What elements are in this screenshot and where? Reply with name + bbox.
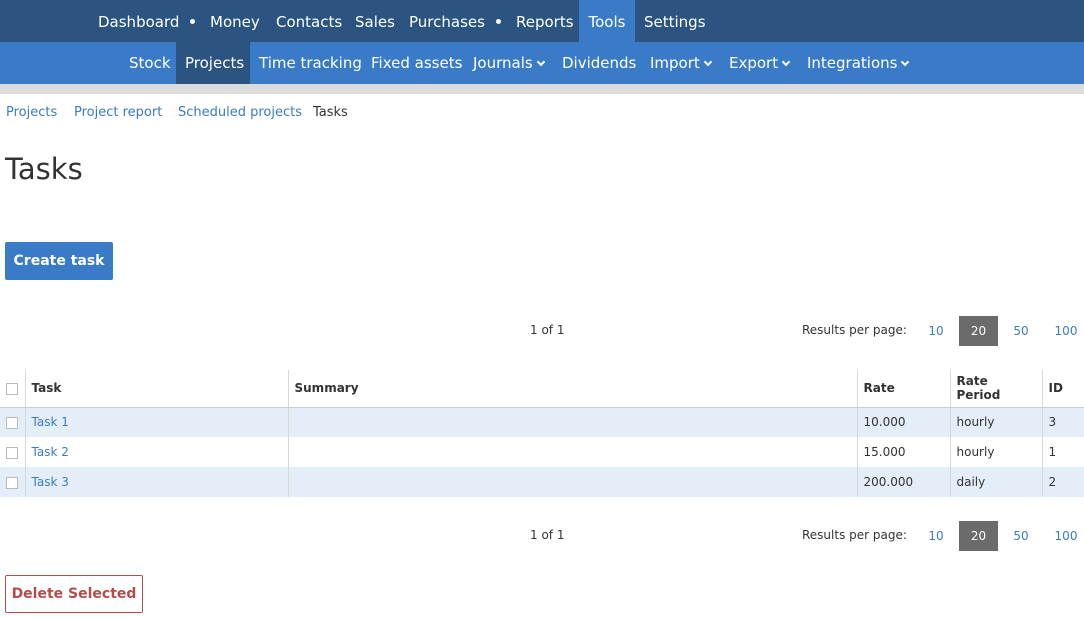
- nav-divider: [0, 84, 1084, 94]
- subnav-import-label: Import: [650, 54, 700, 72]
- select-all-checkbox[interactable]: [6, 382, 18, 395]
- row-checkbox[interactable]: [6, 446, 18, 459]
- task-rate-period: hourly: [949, 407, 1042, 437]
- row-checkbox[interactable]: [6, 476, 18, 489]
- table-row: Task 2 15.000 hourly 1: [0, 437, 1084, 467]
- task-link[interactable]: Task 3: [32, 475, 69, 489]
- column-header-id[interactable]: ID: [1041, 370, 1084, 408]
- per-page-20[interactable]: 20: [959, 316, 998, 346]
- select-all-cell: [0, 370, 25, 408]
- tasks-table: Task Summary Rate Rate Period ID Task 1 …: [0, 370, 1084, 497]
- nav-dashboard[interactable]: Dashboard: [89, 0, 188, 42]
- task-rate-period: hourly: [949, 437, 1042, 467]
- column-header-summary[interactable]: Summary: [287, 370, 857, 408]
- task-rate: 10.000: [856, 407, 950, 437]
- column-header-rate-period[interactable]: Rate Period: [949, 370, 1042, 408]
- nav-contacts[interactable]: Contacts: [267, 0, 351, 42]
- task-link[interactable]: Task 1: [32, 415, 69, 429]
- nav-tools[interactable]: Tools: [579, 0, 635, 42]
- per-page-50[interactable]: 50: [1005, 316, 1037, 346]
- task-rate: 200.000: [856, 467, 950, 497]
- nav-reports[interactable]: Reports: [507, 0, 583, 42]
- task-summary: [287, 407, 857, 437]
- per-page-10[interactable]: 10: [920, 316, 952, 346]
- nav-settings[interactable]: Settings: [635, 0, 715, 42]
- subnav-export-label: Export: [729, 54, 779, 72]
- task-summary: [287, 467, 857, 497]
- per-page-20[interactable]: 20: [959, 521, 998, 551]
- chevron-down-icon: [781, 57, 791, 67]
- subnav-import[interactable]: Import: [641, 42, 720, 84]
- nav-purchases[interactable]: Purchases: [400, 0, 494, 42]
- subnav-integrations[interactable]: Integrations: [798, 42, 917, 84]
- subnav-fixed-assets[interactable]: Fixed assets: [362, 42, 471, 84]
- task-id: 3: [1041, 407, 1084, 437]
- tab-tasks: Tasks: [313, 105, 348, 120]
- per-page-100[interactable]: 100: [1048, 316, 1084, 346]
- page-title: Tasks: [5, 152, 83, 186]
- pagination-bottom: 1 of 1 Results per page: 10 20 50 100: [0, 521, 1084, 551]
- subnav-stock[interactable]: Stock: [120, 42, 180, 84]
- tab-scheduled-projects[interactable]: Scheduled projects: [178, 105, 302, 120]
- chevron-down-icon: [901, 57, 910, 67]
- tab-project-report[interactable]: Project report: [74, 105, 162, 120]
- per-page-50[interactable]: 50: [1005, 521, 1037, 551]
- subnav-time-tracking[interactable]: Time tracking: [250, 42, 371, 84]
- subnav-journals-label: Journals: [473, 54, 533, 72]
- subnav-integrations-label: Integrations: [807, 54, 898, 72]
- chevron-down-icon: [703, 57, 713, 67]
- nav-separator-dot: [190, 19, 195, 24]
- task-id: 2: [1041, 467, 1084, 497]
- chevron-down-icon: [536, 57, 545, 67]
- main-navigation: Dashboard Money Contacts Sales Purchases…: [0, 0, 1084, 42]
- column-header-task[interactable]: Task: [24, 370, 288, 408]
- sub-navigation: Stock Projects Time tracking Fixed asset…: [0, 42, 1084, 84]
- page-count: 1 of 1: [530, 323, 565, 337]
- task-link[interactable]: Task 2: [32, 445, 69, 459]
- table-row: Task 1 10.000 hourly 3: [0, 407, 1084, 437]
- nav-sales[interactable]: Sales: [346, 0, 404, 42]
- table-row: Task 3 200.000 daily 2: [0, 467, 1084, 497]
- task-rate: 15.000: [856, 437, 950, 467]
- subnav-projects[interactable]: Projects: [176, 42, 250, 84]
- nav-money[interactable]: Money: [201, 0, 269, 42]
- task-id: 1: [1041, 437, 1084, 467]
- task-rate-period: daily: [949, 467, 1042, 497]
- delete-selected-button[interactable]: Delete Selected: [5, 575, 143, 613]
- column-header-rate[interactable]: Rate: [856, 370, 950, 408]
- results-per-page-label: Results per page:: [802, 323, 907, 337]
- subnav-journals[interactable]: Journals: [464, 42, 553, 84]
- per-page-10[interactable]: 10: [920, 521, 952, 551]
- tab-projects[interactable]: Projects: [6, 105, 57, 120]
- subnav-dividends[interactable]: Dividends: [553, 42, 645, 84]
- per-page-100[interactable]: 100: [1048, 521, 1084, 551]
- results-per-page-label: Results per page:: [802, 528, 907, 542]
- subnav-export[interactable]: Export: [720, 42, 798, 84]
- table-header-row: Task Summary Rate Rate Period ID: [0, 370, 1084, 408]
- pagination-top: 1 of 1 Results per page: 10 20 50 100: [0, 316, 1084, 346]
- nav-separator-dot: [496, 19, 501, 24]
- create-task-button[interactable]: Create task: [5, 242, 113, 280]
- page-count: 1 of 1: [530, 528, 565, 542]
- row-checkbox[interactable]: [6, 416, 18, 429]
- task-summary: [287, 437, 857, 467]
